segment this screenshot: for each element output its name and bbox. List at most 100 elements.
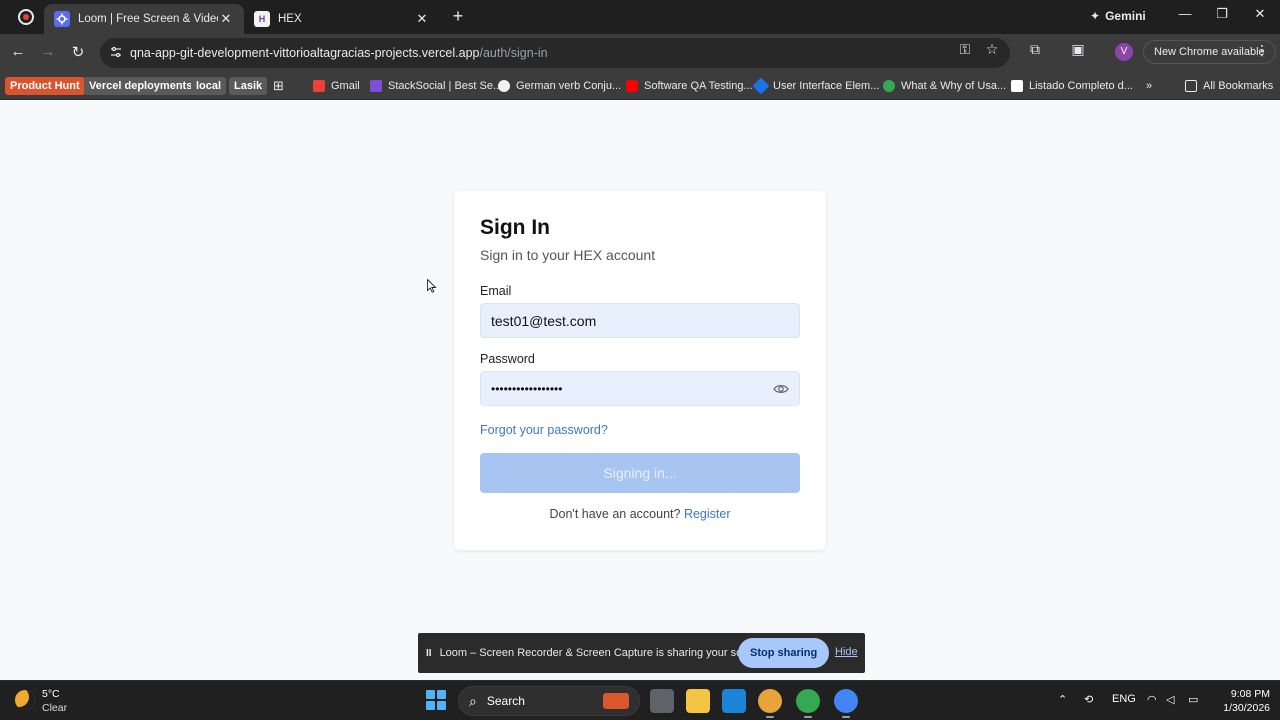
all-bookmarks-folder[interactable]: All Bookmarks [1185, 77, 1273, 95]
listado-icon [1011, 80, 1023, 92]
page-viewport: Sign In Sign in to your HEX account Emai… [0, 100, 1280, 680]
taskbar-clock[interactable]: 9:08 PM 1/30/2026 [1216, 687, 1270, 715]
show-hidden-icons-icon[interactable]: ⌃ [1058, 693, 1067, 706]
bookmark-star-icon[interactable]: ☆ [982, 41, 1002, 58]
sync-icon[interactable]: ⟲ [1084, 693, 1093, 706]
close-window-button[interactable]: ✕ [1250, 6, 1270, 22]
reload-button[interactable]: ↻ [68, 43, 88, 61]
apps-grid-icon[interactable]: ⊞ [273, 77, 284, 95]
signin-subtitle: Sign in to your HEX account [480, 247, 656, 263]
password-value: ••••••••••••••••• [491, 381, 563, 396]
bookmark-product-hunt[interactable]: Product Hunt [5, 77, 85, 95]
youtube-icon [626, 80, 638, 92]
gmail-icon [313, 80, 325, 92]
stop-sharing-button[interactable]: Stop sharing [738, 638, 830, 668]
show-password-icon[interactable] [773, 381, 789, 397]
bookmark-listado-label: Listado Completo d... [1029, 80, 1133, 92]
clock-time: 9:08 PM [1230, 688, 1270, 700]
bookmark-user-interface-label: User Interface Elem... [773, 80, 880, 92]
vscode-icon[interactable] [722, 689, 746, 713]
restore-button[interactable]: ❐ [1212, 6, 1232, 22]
bookmark-german-verb-label: German verb Conju... [516, 80, 622, 92]
tab-hex-title: HEX [278, 13, 302, 25]
bookmark-software-qa[interactable]: Software QA Testing... [626, 77, 753, 95]
file-explorer-icon[interactable] [686, 689, 710, 713]
chrome-profile-v-icon[interactable] [758, 689, 782, 718]
bookmark-stacksocial[interactable]: StackSocial | Best Se... [370, 77, 502, 95]
bookmark-stacksocial-label: StackSocial | Best Se... [388, 80, 503, 92]
signin-button[interactable]: Signing in... [480, 453, 800, 493]
task-view-icon[interactable] [650, 689, 674, 713]
tab-hex[interactable]: H HEX ✕ [244, 4, 440, 34]
bookmark-gmail-label: Gmail [331, 80, 360, 92]
register-prompt-row: Don't have an account? Register [454, 507, 826, 521]
back-button[interactable]: ← [8, 43, 28, 60]
tab-hex-close-icon[interactable]: ✕ [414, 11, 430, 27]
taskbar-search[interactable]: ⌕ Search [458, 686, 640, 716]
tab-loom-close-icon[interactable]: ✕ [218, 11, 234, 27]
site-info-icon[interactable] [110, 46, 122, 58]
bookmarks-bar: Product Hunt Vercel deployments local La… [0, 72, 1280, 100]
moon-weather-icon[interactable] [15, 690, 35, 710]
password-label: Password [480, 352, 535, 366]
tab-search-icon[interactable]: ▣ [1068, 41, 1088, 58]
bookmark-listado[interactable]: Listado Completo d... [1011, 77, 1133, 95]
new-tab-button[interactable]: + [448, 7, 468, 27]
chrome-profile-3-icon[interactable] [834, 689, 858, 718]
bookmark-german-verb[interactable]: German verb Conju... [498, 77, 621, 95]
hex-favicon-icon: H [254, 11, 270, 27]
clock-date: 1/30/2026 [1223, 702, 1270, 714]
bookmark-vercel-deployments[interactable]: Vercel deployments [84, 77, 198, 95]
password-field[interactable]: ••••••••••••••••• [480, 371, 800, 406]
gemini-sparkle-icon: ✦ [1090, 9, 1101, 23]
bookmark-local[interactable]: local [191, 77, 227, 95]
search-icon: ⌕ [469, 692, 477, 709]
what-why-icon [883, 80, 895, 92]
email-field[interactable]: test01@test.com [480, 303, 800, 338]
windows-start-icon[interactable] [426, 690, 446, 710]
forward-button[interactable]: → [38, 43, 58, 60]
email-label: Email [480, 284, 512, 298]
loom-sharing-message: Loom – Screen Recorder & Screen Capture … [439, 647, 767, 659]
browser-tabstrip: Loom | Free Screen & Video Re ✕ H HEX ✕ … [0, 0, 1280, 34]
volume-icon[interactable]: ◁ [1166, 693, 1174, 706]
weather-temperature: 5°C [42, 688, 60, 700]
gemini-label: Gemini [1105, 9, 1146, 23]
browser-toolbar: ← → ↻ qna-app-git-development-vittorioal… [0, 34, 1280, 72]
recording-indicator-icon [18, 9, 34, 25]
windows-taskbar: 5°C Clear ⌕ Search ⌃ ⟲ ENG ◠ ◁ ▭ 9:08 PM… [0, 680, 1280, 720]
chrome-menu-icon[interactable]: ⋮ [1255, 42, 1269, 59]
battery-icon[interactable]: ▭ [1188, 693, 1198, 706]
extensions-icon[interactable]: ⧉ [1025, 41, 1045, 58]
chrome-profile-2-icon[interactable] [796, 689, 820, 718]
address-bar[interactable]: qna-app-git-development-vittorioaltagrac… [100, 38, 1010, 68]
taskbar-search-label: Search [486, 694, 525, 708]
more-bookmarks-icon[interactable]: » [1146, 77, 1152, 95]
bookmark-gmail[interactable]: Gmail [313, 77, 360, 95]
register-link[interactable]: Register [684, 507, 731, 521]
bookmark-user-interface[interactable]: User Interface Elem... [752, 77, 880, 95]
password-key-icon[interactable]: ⚿ [955, 41, 975, 58]
language-indicator[interactable]: ENG [1112, 693, 1136, 705]
minimize-button[interactable]: — [1175, 6, 1195, 21]
bookmark-what-why[interactable]: What & Why of Usa... [883, 77, 1006, 95]
tab-loom[interactable]: Loom | Free Screen & Video Re ✕ [44, 4, 244, 34]
signin-card: Sign In Sign in to your HEX account Emai… [454, 191, 826, 550]
search-highlight-icon [603, 693, 629, 709]
german-verb-icon [498, 80, 510, 92]
register-prompt: Don't have an account? [549, 507, 681, 521]
stacksocial-icon [370, 80, 382, 92]
gemini-button[interactable]: ✦ Gemini [1090, 9, 1146, 23]
bookmark-lasik[interactable]: Lasik [229, 77, 268, 95]
user-interface-icon [752, 77, 770, 95]
hide-bar-link[interactable]: Hide [835, 646, 858, 658]
forgot-password-link[interactable]: Forgot your password? [480, 423, 608, 437]
folder-icon [1185, 80, 1197, 92]
bookmark-software-qa-label: Software QA Testing... [644, 80, 753, 92]
url-host: qna-app-git-development-vittorioaltagrac… [130, 46, 480, 60]
weather-condition: Clear [42, 702, 68, 714]
wifi-icon[interactable]: ◠ [1147, 693, 1157, 706]
url-path: /auth/sign-in [479, 46, 548, 60]
signin-title: Sign In [480, 216, 550, 239]
profile-avatar[interactable]: V [1115, 43, 1133, 61]
